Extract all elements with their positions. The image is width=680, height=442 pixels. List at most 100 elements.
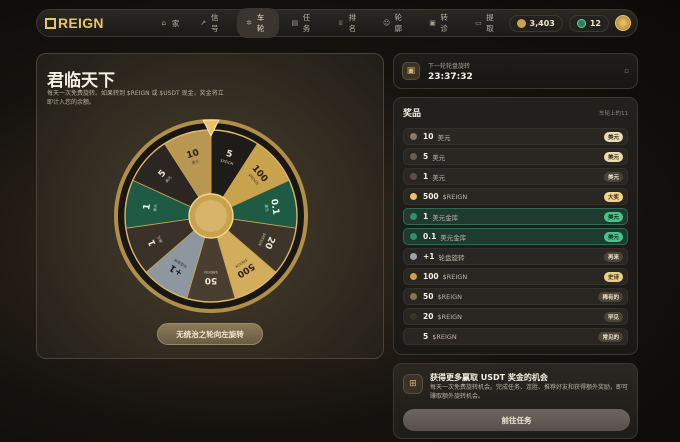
timer-value: 23:37:32 (428, 71, 473, 82)
prize-unit: 美元 (437, 133, 451, 142)
brand-logo[interactable]: REIGN (45, 15, 104, 31)
nav-item-label: 转诊 (440, 13, 448, 33)
timer-texts: 下一轮轮盘旋转 23:37:32 (428, 61, 473, 82)
prize-dot-icon (410, 153, 417, 160)
nav-item-1[interactable]: ↗ 信号 (191, 8, 233, 38)
prize-rarity-badge: 大奖 (603, 191, 623, 202)
prize-row[interactable]: 50 $REIGN 稀有的 (403, 288, 628, 305)
prize-dot-icon (410, 253, 417, 260)
prize-rarity-badge: 美元 (603, 211, 623, 222)
prize-list: 10 美元 美元 5 美元 美元 1 美元 美元 500 $REIGN 大奖 1 美元金库 美元 0.1 美元金… (403, 128, 628, 345)
prize-amount: 10 (423, 132, 434, 141)
go-to-tasks-button[interactable]: 前往任务 (403, 409, 630, 431)
prize-dot-icon (410, 233, 417, 240)
prize-rarity-badge: 常见的 (598, 331, 623, 342)
nav-item-label: 提取 (486, 13, 494, 33)
prize-rarity-badge: 再来 (603, 251, 623, 262)
user-icon: ☺ (383, 19, 391, 27)
nav-item-4[interactable]: ♕ 排名 (329, 8, 371, 38)
gem-icon (576, 18, 586, 28)
coin-balance-value: 3,403 (529, 18, 555, 28)
prize-row[interactable]: 0.1 美元金库 美元 (403, 228, 628, 245)
prizes-header: 奖品 车轮上的11 (403, 106, 628, 119)
prize-amount: 5 (423, 152, 429, 161)
prize-rarity-badge: 美元 (603, 171, 623, 182)
avatar[interactable] (615, 15, 631, 31)
nav-item-5[interactable]: ☺ 轮廓 (375, 8, 417, 38)
prize-row[interactable]: 5 美元 美元 (403, 148, 628, 165)
prize-row[interactable]: 20 $REIGN 罕见 (403, 308, 628, 325)
prize-amount: 1 (423, 212, 429, 221)
prize-amount: 100 (423, 272, 439, 281)
nav-item-label: 车轮 (256, 13, 265, 33)
prize-unit: $REIGN (437, 292, 463, 301)
top-nav: REIGN ⌂ 家 ↗ 信号 ✲ 车轮 ▤ 任务 ♕ 排名 ☺ 轮廓 ▣ 转诊 ▭ 提取 3,403 12 (36, 8, 638, 38)
trend-icon: ↗ (200, 19, 207, 27)
prize-rarity-badge: 美元 (603, 131, 623, 142)
prizes-title: 奖品 (403, 109, 422, 119)
prize-unit: 美元 (432, 153, 446, 162)
prize-row[interactable]: 10 美元 美元 (403, 128, 628, 145)
prize-rarity-badge: 罕见 (603, 311, 623, 322)
coin-icon (516, 18, 526, 28)
prize-rarity-badge: 美元 (603, 151, 623, 162)
prize-rarity-badge: 稀有的 (598, 291, 623, 302)
prizes-subtitle: 车轮上的11 (599, 110, 628, 117)
prize-amount: 20 (423, 312, 434, 321)
prize-dot-icon (410, 313, 417, 320)
wheel-segment-value: 50 (205, 275, 218, 285)
prize-dot-icon (410, 213, 417, 220)
prizes-panel: 奖品 车轮上的11 10 美元 美元 5 美元 美元 1 美元 美元 500 $REIGN 大奖 1 美元… (393, 97, 638, 355)
nav-item-label: 排名 (348, 13, 357, 33)
wheel-segment-label: 50$REIGN (204, 270, 218, 285)
nav-item-3[interactable]: ▤ 任务 (283, 8, 325, 38)
nav-item-label: 信号 (210, 13, 219, 33)
gem-balance[interactable]: 12 (568, 14, 609, 32)
prize-row[interactable]: 1 美元 美元 (403, 168, 628, 185)
home-icon: ⌂ (161, 19, 167, 27)
timer-label: 下一轮轮盘旋转 (428, 62, 471, 70)
prize-row[interactable]: 100 $REIGN 史诗 (403, 268, 628, 285)
prize-wheel[interactable]: 5$REIGN100$REIGN0.1美元20$REIGN500$REIGN50… (111, 116, 311, 316)
prize-amount: 50 (423, 292, 434, 301)
nav-item-0[interactable]: ⌂ 家 (152, 8, 188, 38)
prize-amount: 500 (423, 192, 439, 201)
trophy-icon: ♕ (337, 19, 344, 27)
prize-row[interactable]: +1 轮盘旋转 再来 (403, 248, 628, 265)
coin-balance[interactable]: 3,403 (508, 14, 563, 32)
spin-button[interactable]: 无统治之轮向左旋转 (157, 323, 263, 345)
prize-unit: 轮盘旋转 (438, 253, 465, 262)
nav-item-label: 任务 (302, 13, 311, 33)
prize-row[interactable]: 500 $REIGN 大奖 (403, 188, 628, 205)
prize-amount: 1 (423, 172, 429, 181)
prize-unit: $REIGN (442, 272, 468, 281)
logo-x-icon (45, 17, 56, 29)
gift-icon: ⊞ (403, 374, 423, 394)
nav-items: ⌂ 家 ↗ 信号 ✲ 车轮 ▤ 任务 ♕ 排名 ☺ 轮廓 ▣ 转诊 ▭ 提取 (152, 8, 509, 38)
clipboard-icon: ▤ (291, 19, 299, 27)
prize-row[interactable]: 1 美元金库 美元 (403, 208, 628, 225)
prize-amount: 5 (423, 332, 429, 341)
prize-unit: 美元金库 (432, 213, 459, 222)
prize-rarity-badge: 美元 (603, 231, 623, 242)
wheel-panel: 君临天下 每天一次免费旋转。如果转到 $REIGN 或 $USDT 现金，奖金将… (36, 53, 384, 359)
nav-item-6[interactable]: ▣ 转诊 (421, 8, 463, 38)
nav-item-7[interactable]: ▭ 提取 (467, 8, 509, 38)
prize-dot-icon (410, 133, 417, 140)
prize-amount: 0.1 (423, 232, 437, 241)
nav-item-2[interactable]: ✲ 车轮 (237, 8, 280, 38)
prize-unit: $REIGN (442, 192, 468, 201)
calendar-small-icon: ▫ (624, 67, 629, 75)
prize-unit: $REIGN (432, 332, 457, 341)
prize-dot-icon (410, 173, 417, 180)
wheel-hub-center (195, 200, 227, 232)
prize-row[interactable]: 5 $REIGN 常见的 (403, 328, 628, 345)
wheel-icon: ✲ (246, 19, 252, 27)
prize-rarity-badge: 史诗 (603, 271, 623, 282)
promo-card: ⊞ 获得更多赢取 USDT 奖金的机会 每天一次免费旋转机会。完成任务、连胜、推… (393, 363, 638, 439)
next-spin-timer-card: ▣ 下一轮轮盘旋转 23:37:32 ▫ (393, 53, 638, 89)
calendar-icon: ▣ (402, 62, 420, 80)
nav-right: 3,403 12 (508, 14, 631, 32)
prize-dot-icon (410, 273, 417, 280)
page-title: 君临天下 (47, 71, 115, 91)
